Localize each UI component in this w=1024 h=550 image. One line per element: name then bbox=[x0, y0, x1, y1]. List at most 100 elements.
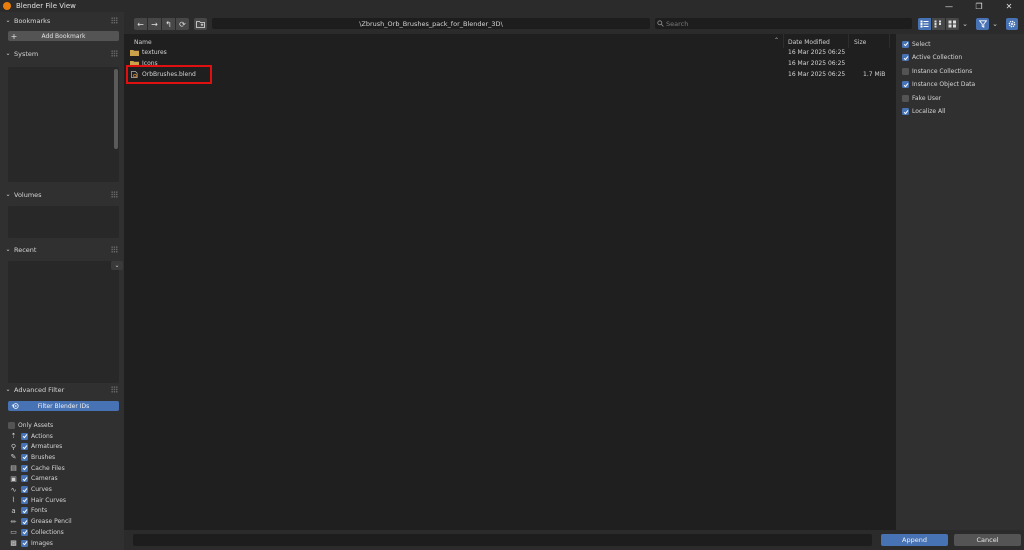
filter-checkbox-row[interactable]: ✏ Grease Pencil bbox=[9, 517, 72, 527]
option-checkbox[interactable] bbox=[902, 54, 909, 61]
only-assets-checkbox[interactable] bbox=[8, 421, 15, 429]
recent-panel-header[interactable]: ⌄ Recent bbox=[4, 244, 120, 255]
filter-checkbox-row[interactable]: ▩ Images bbox=[9, 538, 53, 548]
name-column-header[interactable]: Name bbox=[134, 37, 152, 47]
filter-checkbox-label: Fonts bbox=[31, 507, 48, 515]
system-list[interactable] bbox=[8, 67, 119, 182]
window-controls: — ❐ ✕ bbox=[934, 0, 1024, 12]
filter-checkbox[interactable] bbox=[21, 507, 28, 515]
option-checkbox[interactable] bbox=[902, 108, 909, 115]
bottom-bar: Append Cancel bbox=[124, 530, 1024, 550]
forward-button[interactable]: → bbox=[148, 18, 161, 30]
drag-grip-icon[interactable] bbox=[111, 191, 118, 198]
options-toggle-button[interactable] bbox=[1006, 18, 1018, 30]
file-size: 1.7 MiB bbox=[863, 71, 886, 78]
new-folder-button[interactable] bbox=[194, 18, 207, 30]
filename-input[interactable] bbox=[133, 534, 872, 546]
parent-directory-button[interactable]: ↰ bbox=[162, 18, 175, 30]
file-row-textures[interactable]: textures 16 Mar 2025 06:25 bbox=[130, 47, 890, 58]
bookmarks-label: Bookmarks bbox=[14, 16, 51, 25]
vertical-list-view-button[interactable] bbox=[918, 18, 931, 30]
sort-chevron-icon: ⌃ bbox=[774, 37, 780, 44]
filter-checkbox-row[interactable]: ⚲ Armatures bbox=[9, 442, 62, 452]
option-checkbox-row[interactable]: Instance Object Data bbox=[902, 80, 975, 90]
filter-checkbox-row[interactable]: ▣ Cameras bbox=[9, 474, 57, 484]
new-folder-icon bbox=[196, 21, 205, 28]
plus-icon: + bbox=[10, 31, 18, 41]
filter-checkbox[interactable] bbox=[21, 528, 28, 536]
volumes-list[interactable] bbox=[8, 206, 119, 238]
option-checkbox[interactable] bbox=[902, 40, 909, 48]
file-date: 16 Mar 2025 06:25 bbox=[788, 49, 846, 56]
option-checkbox[interactable] bbox=[902, 67, 909, 75]
only-assets-checkbox-row[interactable]: Only Assets bbox=[8, 420, 53, 430]
minimize-button[interactable]: — bbox=[934, 0, 964, 12]
drag-grip-icon[interactable] bbox=[111, 50, 118, 57]
option-checkbox-row[interactable]: Select bbox=[902, 39, 931, 49]
filter-checkbox-label: Cache Files bbox=[31, 464, 65, 472]
filter-checkbox[interactable] bbox=[21, 539, 28, 547]
drag-grip-icon[interactable] bbox=[111, 386, 118, 393]
refresh-button[interactable]: ⟳ bbox=[176, 18, 189, 30]
maximize-button[interactable]: ❐ bbox=[964, 0, 994, 12]
back-button[interactable]: ← bbox=[134, 18, 147, 30]
recent-dropdown-chevron-icon[interactable]: ⌄ bbox=[111, 261, 123, 270]
option-label: Fake User bbox=[912, 94, 942, 102]
thumbnail-view-button[interactable] bbox=[946, 18, 959, 30]
column-separator[interactable] bbox=[848, 34, 849, 48]
drag-grip-icon[interactable] bbox=[111, 246, 118, 253]
file-date: 16 Mar 2025 06:25 bbox=[788, 71, 846, 78]
close-button[interactable]: ✕ bbox=[994, 0, 1024, 12]
advanced-filter-panel-header[interactable]: ⌄ Advanced Filter bbox=[4, 384, 120, 395]
filter-checkbox[interactable] bbox=[21, 518, 28, 526]
filter-checkbox[interactable] bbox=[21, 486, 28, 493]
chevron-down-icon: ⌄ bbox=[5, 386, 11, 393]
filter-checkbox[interactable] bbox=[21, 453, 28, 461]
filter-checkbox-row[interactable]: a Fonts bbox=[9, 506, 47, 516]
filter-checkbox-row[interactable]: ∿ Curves bbox=[9, 485, 52, 495]
filter-checkbox-row[interactable]: ✎ Brushes bbox=[9, 452, 56, 462]
size-column-header[interactable]: Size bbox=[854, 37, 866, 47]
file-row-orbbrushes-blend[interactable]: OrbBrushes.blend 16 Mar 2025 06:25 1.7 M… bbox=[130, 69, 890, 80]
column-separator[interactable] bbox=[889, 34, 890, 48]
directory-path-input[interactable]: \Zbrush_Orb_Brushes_pack_for_Blender_3D\ bbox=[212, 18, 650, 29]
filter-blender-icon bbox=[11, 403, 19, 409]
option-checkbox-row[interactable]: Instance Collections bbox=[902, 66, 972, 76]
add-bookmark-button[interactable]: + Add Bookmark bbox=[8, 31, 119, 41]
drag-grip-icon[interactable] bbox=[111, 17, 118, 24]
option-checkbox[interactable] bbox=[902, 81, 909, 88]
filter-blender-ids-button[interactable]: Filter Blender IDs bbox=[8, 401, 119, 411]
filter-checkbox-row[interactable]: ⇡ Actions bbox=[9, 431, 53, 441]
date-modified-column-header[interactable]: Date Modified bbox=[788, 37, 830, 47]
cancel-button[interactable]: Cancel bbox=[954, 534, 1021, 546]
append-button[interactable]: Append bbox=[881, 534, 948, 546]
system-panel-header[interactable]: ⌄ System bbox=[4, 48, 120, 59]
horizontal-list-view-button[interactable] bbox=[932, 18, 945, 30]
option-label: Instance Collections bbox=[912, 67, 973, 75]
filter-checkbox[interactable] bbox=[21, 432, 28, 440]
system-scrollbar[interactable] bbox=[114, 69, 118, 149]
filter-checkbox[interactable] bbox=[21, 464, 28, 472]
blender-logo-icon bbox=[3, 2, 11, 10]
option-checkbox-row[interactable]: Localize All bbox=[902, 107, 945, 117]
brush-icon: ✎ bbox=[10, 453, 17, 462]
filter-toggle-button[interactable] bbox=[976, 18, 989, 30]
chevron-down-icon: ⌄ bbox=[5, 50, 11, 57]
bookmarks-panel-header[interactable]: ⌄ Bookmarks bbox=[4, 15, 120, 26]
recent-list[interactable]: ⌄ bbox=[8, 261, 123, 383]
option-checkbox-row[interactable]: Active Collection bbox=[902, 53, 962, 63]
column-separator[interactable] bbox=[783, 34, 784, 48]
filter-checkbox-row[interactable]: ▭ Collections bbox=[9, 527, 64, 537]
filter-checkbox[interactable] bbox=[21, 443, 28, 451]
search-input[interactable]: Search bbox=[655, 18, 912, 29]
filter-checkbox-row[interactable]: ⌇ Hair Curves bbox=[9, 495, 66, 505]
filter-checkbox[interactable] bbox=[21, 496, 28, 504]
option-checkbox-row[interactable]: Fake User bbox=[902, 93, 941, 103]
volumes-panel-header[interactable]: ⌄ Volumes bbox=[4, 189, 120, 200]
filter-settings-chevron-icon[interactable]: ⌄ bbox=[990, 19, 1000, 29]
file-row-icons[interactable]: Icons 16 Mar 2025 06:25 bbox=[130, 58, 890, 69]
filter-checkbox[interactable] bbox=[21, 475, 28, 483]
display-settings-chevron-icon[interactable]: ⌄ bbox=[960, 19, 970, 29]
option-checkbox[interactable] bbox=[902, 94, 909, 102]
filter-checkbox-row[interactable]: ▤ Cache Files bbox=[9, 463, 65, 473]
